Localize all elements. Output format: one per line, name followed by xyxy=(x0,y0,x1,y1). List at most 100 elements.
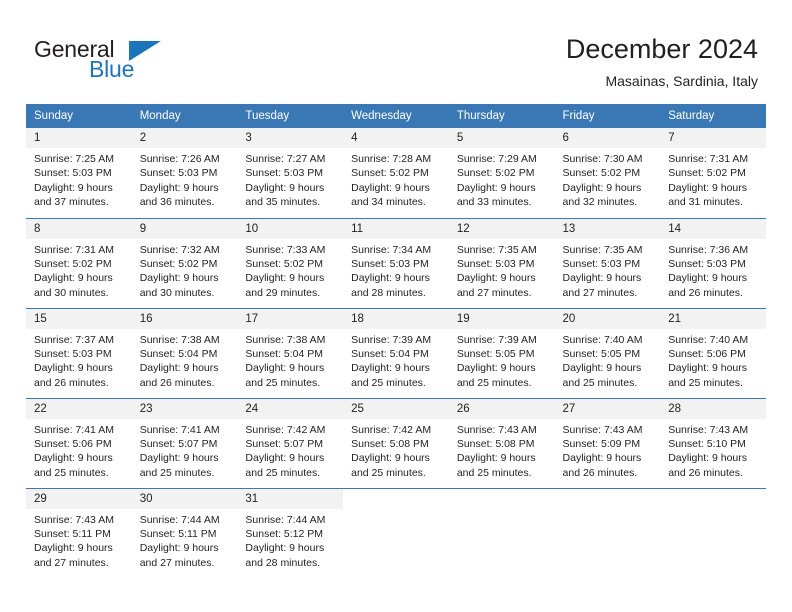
day-cell[interactable]: 30 Sunrise: 7:44 AM Sunset: 5:11 PM Dayligh… xyxy=(131,487,238,578)
day-cell-empty xyxy=(554,487,661,578)
day-number: 23 xyxy=(131,398,238,419)
day-details: Sunrise: 7:31 AM Sunset: 5:02 PM Daylight:… xyxy=(26,239,132,301)
daylight-text-line1: Daylight: 9 hours xyxy=(456,272,536,285)
day-number: 8 xyxy=(26,218,132,239)
sunrise-text: Sunrise: 7:38 AM xyxy=(245,333,326,346)
day-cell[interactable]: 22 Sunrise: 7:41 AM Sunset: 5:06 PM Dayligh… xyxy=(26,397,132,488)
daylight-text-line1: Daylight: 9 hours xyxy=(245,272,325,285)
day-cell[interactable]: 31 Sunrise: 7:44 AM Sunset: 5:12 PM Dayligh… xyxy=(237,487,344,578)
day-cell[interactable]: 25 Sunrise: 7:42 AM Sunset: 5:08 PM Dayligh… xyxy=(343,397,449,488)
sunset-text: Sunset: 5:03 PM xyxy=(668,257,746,270)
sunset-text: Sunset: 5:08 PM xyxy=(351,437,429,450)
sunset-text: Sunset: 5:05 PM xyxy=(456,347,535,360)
day-cell[interactable]: 10 Sunrise: 7:33 AM Sunset: 5:02 PM Dayligh… xyxy=(237,217,344,308)
daylight-text-line1: Daylight: 9 hours xyxy=(562,272,642,285)
daylight-text-line2: and 37 minutes. xyxy=(34,196,109,209)
day-details: Sunrise: 7:27 AM Sunset: 5:03 PM Daylight:… xyxy=(237,148,343,210)
daylight-text-line1: Daylight: 9 hours xyxy=(245,452,325,465)
daylight-text-line2: and 30 minutes. xyxy=(34,286,109,299)
sunrise-text: Sunrise: 7:41 AM xyxy=(139,423,220,436)
day-cell[interactable]: 16 Sunrise: 7:38 AM Sunset: 5:04 PM Dayligh… xyxy=(131,307,238,398)
day-cell[interactable]: 28 Sunrise: 7:43 AM Sunset: 5:10 PM Dayligh… xyxy=(660,397,766,488)
day-cell-empty xyxy=(448,487,555,578)
day-cell[interactable]: 27 Sunrise: 7:43 AM Sunset: 5:09 PM Dayligh… xyxy=(554,397,661,488)
sunrise-text: Sunrise: 7:44 AM xyxy=(139,513,220,526)
day-details: Sunrise: 7:37 AM Sunset: 5:03 PM Daylight:… xyxy=(26,329,132,391)
sunset-text: Sunset: 5:05 PM xyxy=(562,347,641,360)
day-number: 30 xyxy=(131,488,238,509)
sunset-text: Sunset: 5:04 PM xyxy=(351,347,429,360)
day-details: Sunrise: 7:40 AM Sunset: 5:06 PM Daylight:… xyxy=(660,329,766,391)
title-block: December 2024 Masainas, Sardinia, Italy xyxy=(566,32,758,91)
day-number: 4 xyxy=(343,128,449,148)
day-cell[interactable]: 18 Sunrise: 7:39 AM Sunset: 5:04 PM Dayligh… xyxy=(343,307,449,398)
sunrise-text: Sunrise: 7:25 AM xyxy=(34,153,114,165)
daylight-text-line1: Daylight: 9 hours xyxy=(139,542,219,555)
day-cell[interactable]: 9 Sunrise: 7:32 AM Sunset: 5:02 PM Daylight… xyxy=(131,217,238,308)
day-cell[interactable]: 19 Sunrise: 7:39 AM Sunset: 5:05 PM Dayligh… xyxy=(448,307,555,398)
calendar-week-row: 8 Sunrise: 7:31 AM Sunset: 5:02 PM Daylight… xyxy=(26,217,766,308)
day-cell[interactable]: 6 Sunrise: 7:30 AM Sunset: 5:02 PM Daylight… xyxy=(554,128,661,218)
sunrise-text: Sunrise: 7:30 AM xyxy=(562,153,643,165)
sunrise-text: Sunrise: 7:31 AM xyxy=(668,153,749,165)
sunrise-text: Sunrise: 7:31 AM xyxy=(34,243,114,256)
day-number: 18 xyxy=(343,308,449,329)
sunrise-text: Sunrise: 7:39 AM xyxy=(351,333,432,346)
day-cell[interactable]: 3 Sunrise: 7:27 AM Sunset: 5:03 PM Daylight… xyxy=(237,128,344,218)
day-details: Sunrise: 7:26 AM Sunset: 5:03 PM Daylight:… xyxy=(132,148,238,210)
day-cell[interactable]: 29 Sunrise: 7:43 AM Sunset: 5:11 PM Dayligh… xyxy=(26,487,132,578)
daylight-text-line2: and 25 minutes. xyxy=(139,466,215,479)
generalblue-logo[interactable]: General Blue xyxy=(34,36,194,86)
sunset-text: Sunset: 5:03 PM xyxy=(351,257,429,270)
day-cell[interactable]: 20 Sunrise: 7:40 AM Sunset: 5:05 PM Dayligh… xyxy=(554,307,661,398)
day-cell[interactable]: 24 Sunrise: 7:42 AM Sunset: 5:07 PM Dayligh… xyxy=(237,397,344,488)
daylight-text-line2: and 25 minutes. xyxy=(245,466,321,479)
day-cell[interactable]: 8 Sunrise: 7:31 AM Sunset: 5:02 PM Daylight… xyxy=(26,217,132,308)
day-cell[interactable]: 11 Sunrise: 7:34 AM Sunset: 5:03 PM Dayligh… xyxy=(343,217,449,308)
day-details: Sunrise: 7:38 AM Sunset: 5:04 PM Daylight:… xyxy=(237,329,343,391)
day-cell[interactable]: 13 Sunrise: 7:35 AM Sunset: 5:03 PM Dayligh… xyxy=(554,217,661,308)
day-cell[interactable]: 1 Sunrise: 7:25 AM Sunset: 5:03 PM Daylight… xyxy=(26,128,132,218)
day-cell[interactable]: 17 Sunrise: 7:38 AM Sunset: 5:04 PM Dayligh… xyxy=(237,307,344,398)
day-number xyxy=(660,488,766,509)
daylight-text-line2: and 26 minutes. xyxy=(668,286,743,299)
page-subtitle: Masainas, Sardinia, Italy xyxy=(605,73,758,89)
daylight-text-line2: and 27 minutes. xyxy=(456,286,532,299)
day-cell[interactable]: 21 Sunrise: 7:40 AM Sunset: 5:06 PM Dayligh… xyxy=(660,307,766,398)
day-cell[interactable]: 26 Sunrise: 7:43 AM Sunset: 5:08 PM Dayligh… xyxy=(448,397,555,488)
weekday-header-saturday: Saturday xyxy=(660,104,766,128)
day-cell[interactable]: 5 Sunrise: 7:29 AM Sunset: 5:02 PM Daylight… xyxy=(448,128,555,218)
calendar-week-row: 29 Sunrise: 7:43 AM Sunset: 5:11 PM Dayligh… xyxy=(26,487,766,578)
calendar-week-row: 22 Sunrise: 7:41 AM Sunset: 5:06 PM Dayligh… xyxy=(26,397,766,488)
day-cell[interactable]: 23 Sunrise: 7:41 AM Sunset: 5:07 PM Dayligh… xyxy=(131,397,238,488)
sunrise-text: Sunrise: 7:42 AM xyxy=(245,423,326,436)
day-number: 17 xyxy=(237,308,344,329)
day-number: 15 xyxy=(26,308,132,329)
daylight-text-line1: Daylight: 9 hours xyxy=(34,452,113,465)
daylight-text-line2: and 31 minutes. xyxy=(668,196,743,209)
day-number: 10 xyxy=(237,218,344,239)
day-cell[interactable]: 4 Sunrise: 7:28 AM Sunset: 5:02 PM Daylight… xyxy=(343,128,449,218)
daylight-text-line2: and 26 minutes. xyxy=(668,466,743,479)
day-cell[interactable]: 15 Sunrise: 7:37 AM Sunset: 5:03 PM Dayligh… xyxy=(26,307,132,398)
weekday-header-sunday: Sunday xyxy=(26,104,132,128)
weekday-header-monday: Monday xyxy=(131,104,238,128)
day-cell[interactable]: 7 Sunrise: 7:31 AM Sunset: 5:02 PM Daylight… xyxy=(660,128,766,218)
day-cell[interactable]: 12 Sunrise: 7:35 AM Sunset: 5:03 PM Dayligh… xyxy=(448,217,555,308)
day-details: Sunrise: 7:33 AM Sunset: 5:02 PM Daylight:… xyxy=(237,239,343,301)
day-cell[interactable]: 14 Sunrise: 7:36 AM Sunset: 5:03 PM Dayligh… xyxy=(660,217,766,308)
sunset-text: Sunset: 5:02 PM xyxy=(245,257,324,270)
sunset-text: Sunset: 5:03 PM xyxy=(456,257,535,270)
daylight-text-line1: Daylight: 9 hours xyxy=(456,452,536,465)
day-cell[interactable]: 2 Sunrise: 7:26 AM Sunset: 5:03 PM Daylight… xyxy=(131,128,238,218)
daylight-text-line1: Daylight: 9 hours xyxy=(562,452,642,465)
page-header: General Blue December 2024 Masainas, Sar… xyxy=(0,0,792,104)
day-number: 16 xyxy=(131,308,238,329)
day-number: 28 xyxy=(660,398,766,419)
day-number xyxy=(343,488,449,509)
daylight-text-line1: Daylight: 9 hours xyxy=(245,542,325,555)
day-number: 14 xyxy=(660,218,766,239)
day-details: Sunrise: 7:42 AM Sunset: 5:07 PM Daylight:… xyxy=(237,419,343,481)
day-number: 24 xyxy=(237,398,344,419)
daylight-text-line1: Daylight: 9 hours xyxy=(34,542,113,555)
